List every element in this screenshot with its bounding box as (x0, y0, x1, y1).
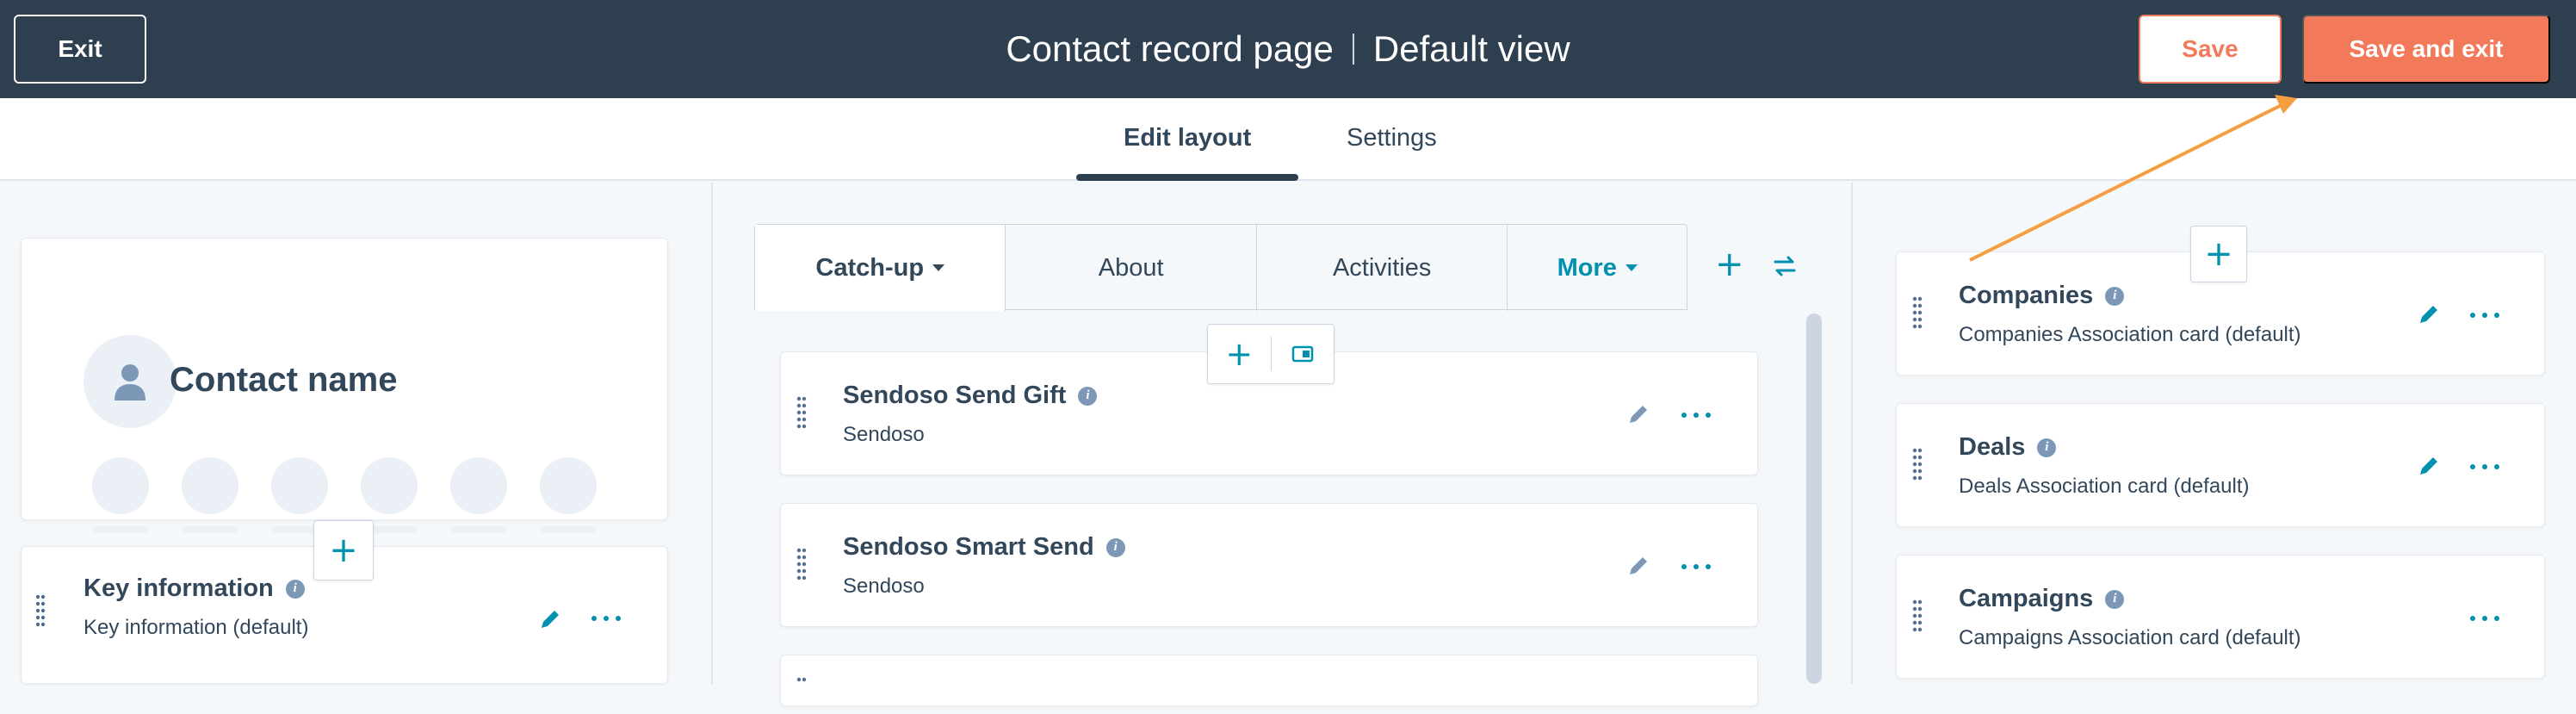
page-title-view: Default view (1372, 28, 1570, 69)
pencil-icon[interactable] (1626, 402, 1650, 426)
info-icon[interactable]: i (1105, 537, 1125, 557)
card-title: Key information i (84, 574, 305, 603)
tab-about[interactable]: About (1006, 225, 1257, 311)
pencil-icon[interactable] (538, 607, 562, 631)
more-dots-icon[interactable] (2470, 614, 2499, 623)
drag-handle-icon[interactable] (796, 395, 807, 433)
action-bubble (92, 457, 149, 514)
pencil-icon[interactable] (2417, 454, 2441, 478)
tab-catch-up[interactable]: Catch-up (755, 225, 1006, 311)
tab-activities[interactable]: Activities (1257, 225, 1508, 311)
pencil-icon[interactable] (1626, 554, 1650, 578)
card-subtitle: Campaigns Association card (default) (1959, 626, 2301, 649)
card-title: Deals i (1959, 433, 2057, 462)
contact-header-card[interactable]: Contact name (21, 238, 668, 533)
plus-icon[interactable]: + (1208, 324, 1271, 384)
more-dots-icon[interactable] (2470, 311, 2499, 320)
info-icon[interactable]: i (2105, 286, 2125, 306)
tab-label: Catch-up (815, 253, 925, 282)
tab-label: More (1557, 253, 1617, 282)
action-bubble (271, 457, 328, 514)
layout-icon[interactable] (1272, 324, 1334, 384)
title-separator (1352, 34, 1354, 65)
card-title-text: Campaigns (1959, 585, 2094, 612)
campaigns-card[interactable]: Campaigns i Campaigns Association card (… (1896, 555, 2545, 679)
drag-handle-icon[interactable] (796, 547, 807, 585)
more-dots-icon[interactable] (2470, 463, 2499, 471)
placeholder-line (451, 526, 506, 533)
more-dots-icon[interactable] (1681, 562, 1711, 571)
placeholder-line (541, 526, 596, 533)
action-bubble (361, 457, 418, 514)
card-title-text: Key information (84, 574, 274, 602)
more-dots-icon[interactable] (591, 614, 621, 623)
card-subtitle: Sendoso (843, 423, 925, 446)
sendoso-smart-send-card[interactable]: Sendoso Smart Send i Sendoso (780, 503, 1758, 627)
card-title-text: Sendoso Send Gift (843, 382, 1067, 409)
card-title-text: Deals (1959, 433, 2026, 461)
contact-name: Contact name (170, 361, 398, 399)
drag-handle-icon[interactable] (1912, 599, 1923, 636)
top-bar: Exit Contact record page Default view Sa… (0, 0, 2576, 98)
chevron-down-icon (932, 264, 945, 271)
drag-handle-icon[interactable] (796, 676, 807, 714)
save-and-exit-button[interactable]: Save and exit (2302, 15, 2550, 84)
add-tab-icon[interactable]: + (1715, 245, 1744, 284)
tab-more[interactable]: More (1508, 225, 1687, 311)
info-icon[interactable]: i (1078, 386, 1098, 406)
more-dots-icon[interactable] (1681, 411, 1711, 419)
card-title: Sendoso Send Gift i (843, 382, 1098, 410)
middle-column: Catch-up About Activities More + Sendoso… (711, 183, 1853, 706)
card-subtitle: Companies Association card (default) (1959, 323, 2301, 346)
add-card-toolbar: + (1207, 324, 1334, 384)
person-icon (84, 335, 176, 428)
card-title: Sendoso Smart Send i (843, 533, 1125, 562)
action-bubble (450, 457, 507, 514)
chevron-down-icon (1625, 264, 1638, 271)
tab-edit-layout[interactable]: Edit layout (1124, 124, 1251, 152)
save-button[interactable]: Save (2139, 15, 2282, 84)
info-icon[interactable]: i (285, 579, 305, 599)
card-title: Companies i (1959, 282, 2125, 310)
plus-icon[interactable]: + (313, 520, 374, 581)
card-subtitle: Sendoso (843, 574, 925, 598)
swap-icon[interactable] (1772, 253, 1798, 279)
card-title-text: Companies (1959, 282, 2094, 309)
scrollbar[interactable] (1806, 314, 1822, 684)
plus-icon[interactable]: + (2190, 226, 2247, 282)
pencil-icon[interactable] (2417, 302, 2441, 326)
drag-handle-icon[interactable] (1912, 447, 1923, 485)
tabs-bar: Edit layout Settings (0, 98, 2576, 181)
placeholder-line (93, 526, 148, 533)
right-sidebar-column: Companies i Companies Association card (… (1855, 183, 2576, 684)
deals-card[interactable]: Deals i Deals Association card (default) (1896, 403, 2545, 527)
info-icon[interactable]: i (2105, 589, 2125, 609)
card-title-text: Sendoso Smart Send (843, 533, 1094, 561)
card-title: Campaigns i (1959, 585, 2125, 613)
action-bubble (540, 457, 597, 514)
drag-handle-icon[interactable] (1912, 295, 1923, 333)
card-subtitle: Deals Association card (default) (1959, 475, 2250, 498)
action-bubble (182, 457, 238, 514)
middle-tabs: Catch-up About Activities More (754, 224, 1687, 311)
placeholder-line (183, 526, 238, 533)
page-title-main: Contact record page (1006, 28, 1334, 69)
partial-card[interactable] (780, 655, 1758, 706)
left-sidebar-column: Contact name Key information i Key infor… (0, 183, 709, 684)
tab-settings[interactable]: Settings (1347, 124, 1437, 152)
card-subtitle: Key information (default) (84, 616, 309, 639)
info-icon[interactable]: i (2037, 438, 2057, 457)
drag-handle-icon[interactable] (35, 593, 46, 631)
active-tab-indicator (1076, 174, 1298, 181)
